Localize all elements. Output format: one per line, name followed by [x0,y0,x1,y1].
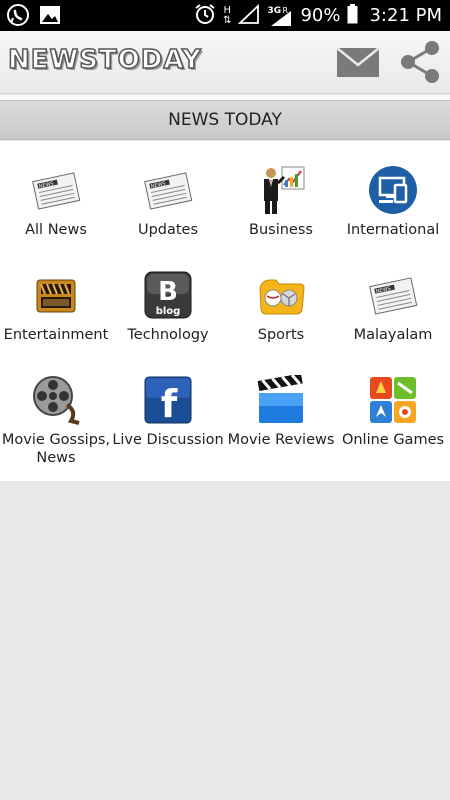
share-button[interactable] [398,39,442,85]
clapperboard-icon [36,279,76,313]
category-grid: NEWS All News NEWS Updates Business Inte… [0,141,450,481]
tile-label: Movie Reviews [227,432,335,448]
svg-text:blog: blog [156,306,181,317]
tile-movie-reviews[interactable]: Movie Reviews [225,351,337,451]
tile-technology[interactable]: B blog Technology [112,246,224,346]
app-logo: NEWSTODAY [7,44,202,76]
section-header: NEWS TODAY [0,100,450,140]
tile-label: International [346,222,440,238]
signal-outline-icon [238,3,260,28]
battery-icon [347,3,358,28]
tile-label: Malayalam [353,327,433,343]
tile-label: All News [25,222,87,238]
sports-balls-icon [259,279,305,315]
newspaper-icon: NEWS [32,172,81,210]
signal-3g-icon: 3G R [267,5,293,27]
battery-percent: 90% [300,5,341,26]
tile-label: Sports [257,327,305,343]
mail-icon [336,47,380,77]
svg-text:B: B [158,277,178,307]
app-bar: NEWSTODAY [0,31,450,94]
tile-online-games[interactable]: Online Games [337,351,449,451]
tile-label: Technology [127,327,209,343]
newspaper-icon: NEWS [144,172,193,210]
tile-updates[interactable]: NEWS Updates [112,141,224,241]
tile-label: Updates [137,222,199,238]
tile-business[interactable]: Business [225,141,337,241]
tile-label: Live Discussion [112,432,224,448]
tile-label: Business [249,222,313,238]
data-h-indicator: H ⇅ [223,4,232,26]
film-reel-icon [33,376,80,425]
facebook-icon: f [144,376,192,425]
tile-entertainment[interactable]: Entertainment [0,246,112,346]
tile-label: Online Games [341,432,445,448]
section-title: NEWS TODAY [168,110,282,130]
image-icon [38,3,62,31]
clock-time: 3:21 PM [369,5,442,26]
tile-label: Movie Gossips, News [1,432,111,466]
businessman-chart-icon [264,166,305,214]
status-bar: H ⇅ 3G R 90% 3:21 PM [0,0,450,31]
mail-button[interactable] [336,45,380,79]
tile-movie-gossips[interactable]: Movie Gossips, News [0,351,112,466]
newspaper-icon: NEWS [369,277,418,315]
movie-clapper-icon [257,375,303,423]
tile-international[interactable]: International [337,141,449,241]
empty-background [0,481,450,800]
tile-label: Entertainment [3,327,109,343]
tile-all-news[interactable]: NEWS All News [0,141,112,241]
devices-globe-icon [369,166,417,214]
share-icon [401,41,439,83]
games-icon [370,377,416,423]
tile-malayalam[interactable]: NEWS Malayalam [337,246,449,346]
tile-live-discussion[interactable]: f Live Discussion [112,351,224,451]
whatsapp-icon [6,3,30,31]
alarm-icon [194,3,216,29]
tile-sports[interactable]: Sports [225,246,337,346]
svg-text:f: f [161,382,178,425]
blog-icon: B blog [144,271,192,319]
